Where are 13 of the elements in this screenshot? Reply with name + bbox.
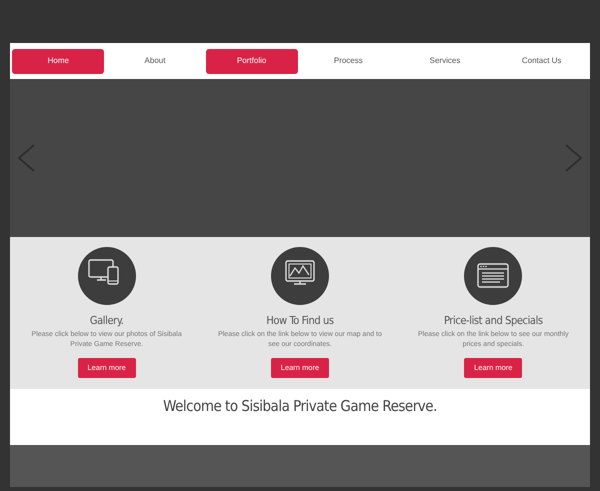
- nav-link[interactable]: Process: [302, 48, 394, 74]
- nav-link[interactable]: Portfolio: [206, 48, 298, 74]
- nav-link[interactable]: About: [108, 48, 201, 74]
- welcome-heading: Welcome to Sisibala Private Game Reserve.: [163, 396, 437, 417]
- browser-window-icon: [464, 247, 522, 305]
- nav-link[interactable]: Home: [12, 48, 104, 74]
- monitor-chart-icon: [270, 247, 329, 305]
- nav-link[interactable]: Services: [398, 48, 491, 74]
- nav-link[interactable]: Contact Us: [496, 48, 588, 74]
- feature-title: How To Find us: [266, 314, 334, 328]
- feature-title: Gallery.: [90, 314, 124, 328]
- devices-icon: [78, 247, 136, 305]
- feature-title: Price-list and Specials: [444, 314, 543, 328]
